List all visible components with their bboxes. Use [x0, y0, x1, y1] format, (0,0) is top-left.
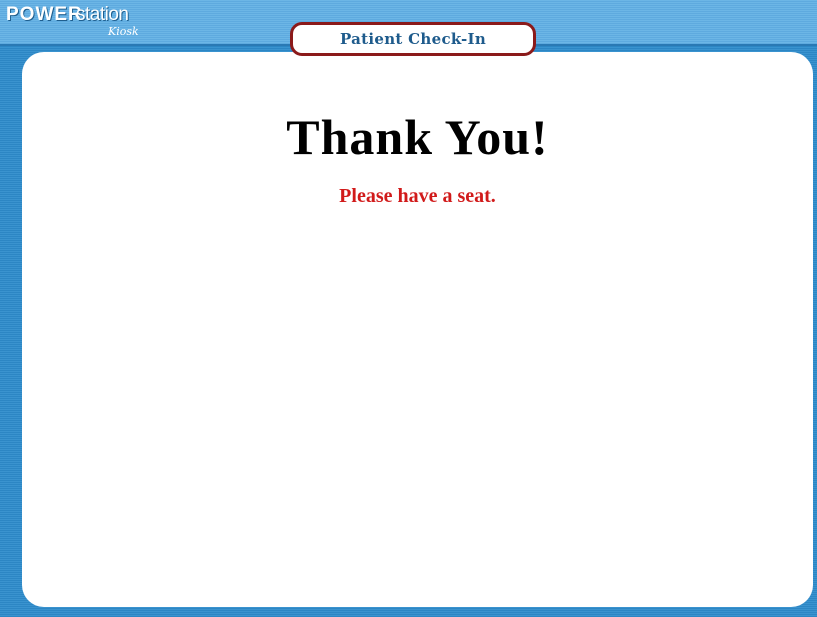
logo-station-text: station — [76, 4, 129, 25]
logo-kiosk-text: Kiosk — [108, 25, 139, 38]
seat-message: Please have a seat. — [339, 185, 496, 207]
page-title: Patient Check-In — [339, 30, 487, 48]
thank-you-heading: Thank You! — [286, 109, 549, 165]
page-title-tab: Patient Check-In — [290, 22, 536, 56]
powerstation-kiosk-logo: POWER station Kiosk — [6, 2, 146, 42]
content-panel: Thank You! Please have a seat. — [22, 52, 813, 607]
logo-power-text: POWER — [6, 4, 83, 25]
